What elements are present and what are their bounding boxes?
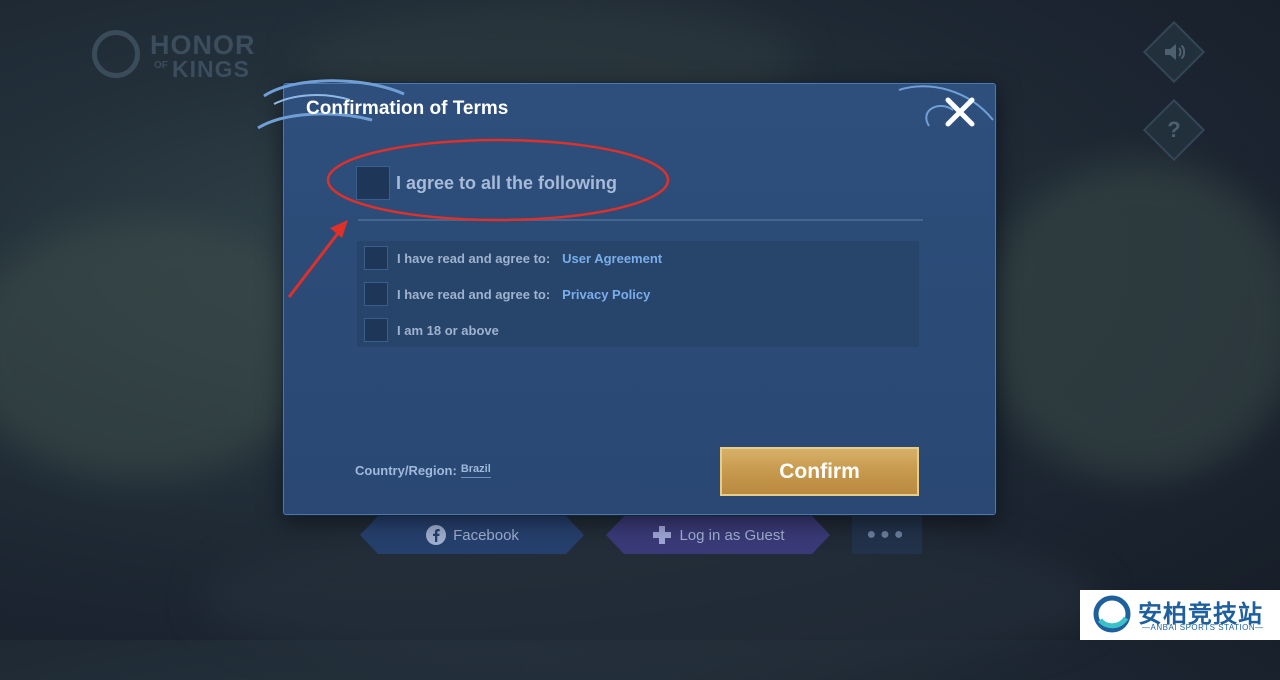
- more-dots-icon: ●●●: [866, 526, 908, 543]
- user-agreement-link[interactable]: User Agreement: [562, 251, 662, 266]
- guest-login-button[interactable]: Log in as Guest: [606, 516, 830, 554]
- agree-all-label: I agree to all the following: [396, 172, 618, 193]
- option-text: I am 18 or above: [397, 322, 499, 338]
- age-confirm-checkbox[interactable]: [364, 318, 388, 342]
- option-text: I have read and agree to:: [397, 286, 551, 302]
- facebook-login-button[interactable]: Facebook: [360, 516, 584, 554]
- privacy-policy-checkbox[interactable]: [364, 282, 388, 306]
- close-icon: [945, 97, 975, 127]
- more-login-options-button[interactable]: ●●●: [852, 516, 922, 554]
- watermark-en-text: —ANBAI SPORTS STATION—: [1142, 623, 1264, 632]
- logo-text-kings: KINGS: [172, 56, 250, 82]
- question-icon: ?: [1167, 117, 1181, 142]
- close-button[interactable]: [940, 92, 980, 132]
- game-logo: HONOR OF KINGS: [92, 28, 262, 84]
- confirm-label: Confirm: [779, 459, 860, 483]
- gamepad-icon: [651, 524, 673, 546]
- agree-all-checkbox[interactable]: [356, 166, 390, 200]
- country-region: Country/Region: Brazil: [355, 463, 491, 478]
- logo-text-of: OF: [154, 60, 168, 71]
- facebook-login-label: Facebook: [453, 526, 519, 544]
- confirm-button[interactable]: Confirm: [720, 447, 919, 496]
- divider: [358, 219, 923, 221]
- guest-login-label: Log in as Guest: [679, 526, 785, 544]
- agree-all-row[interactable]: I agree to all the following: [356, 166, 617, 200]
- privacy-policy-link[interactable]: Privacy Policy: [562, 287, 650, 302]
- list-item[interactable]: I have read and agree to: User Agreement: [364, 246, 662, 270]
- terms-dialog: Confirmation of Terms I agree to all the…: [257, 79, 996, 515]
- watermark: 安柏竞技站 —ANBAI SPORTS STATION—: [1080, 590, 1280, 640]
- option-text: I have read and agree to:: [397, 250, 551, 266]
- anbai-logo-icon: [1093, 595, 1131, 633]
- country-selector[interactable]: Brazil: [460, 463, 491, 478]
- list-item[interactable]: I have read and agree to: Privacy Policy: [364, 282, 650, 306]
- logo-emblem-icon: [92, 30, 140, 78]
- country-label: Country/Region:: [355, 463, 457, 478]
- help-button[interactable]: ?: [1142, 98, 1206, 162]
- background-foliage: [980, 160, 1280, 480]
- background-foliage: [0, 220, 320, 480]
- dialog-title: Confirmation of Terms: [306, 98, 509, 119]
- user-agreement-checkbox[interactable]: [364, 246, 388, 270]
- speaker-icon: [1154, 32, 1194, 72]
- list-item[interactable]: I am 18 or above: [364, 318, 499, 342]
- terms-options-list: I have read and agree to: User Agreement…: [357, 241, 919, 347]
- facebook-icon: [425, 524, 447, 546]
- sound-button[interactable]: [1142, 20, 1206, 84]
